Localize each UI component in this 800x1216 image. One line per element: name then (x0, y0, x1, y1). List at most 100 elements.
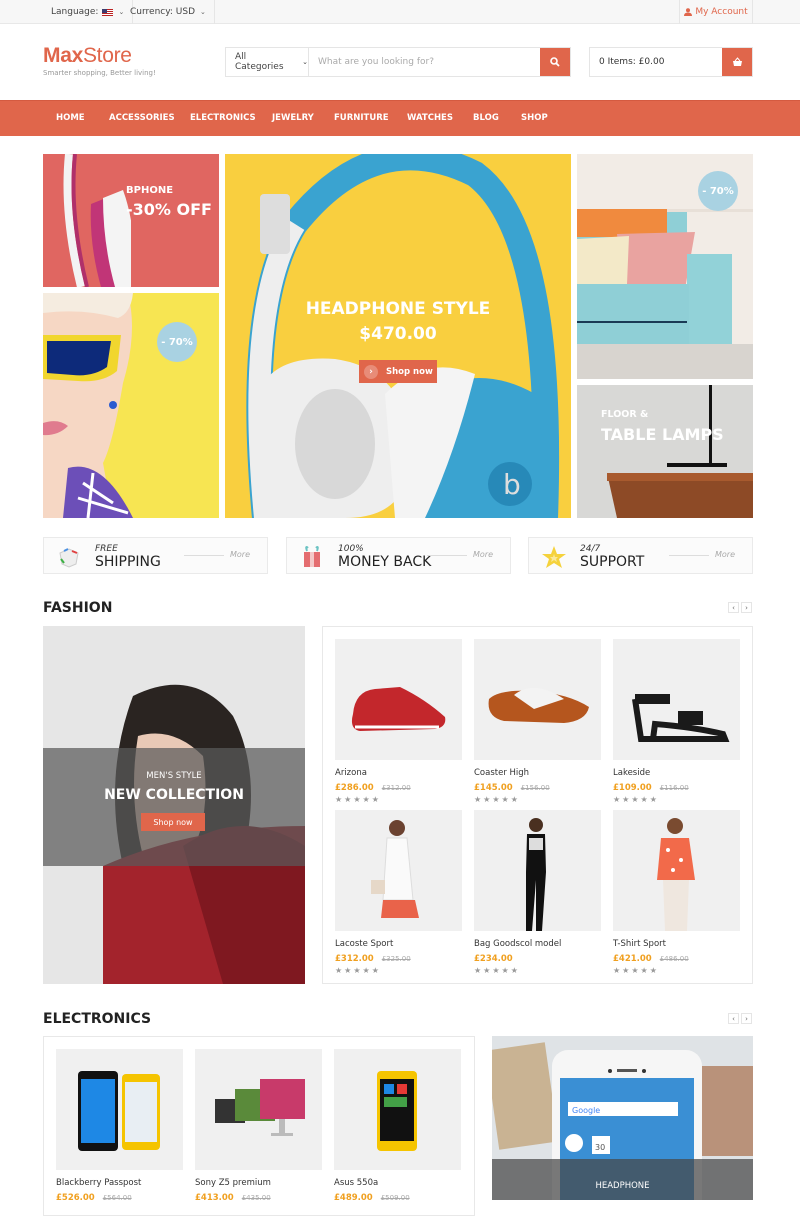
black-sandal-image (632, 694, 730, 742)
promo-shop-now-button[interactable]: Shop now (141, 813, 205, 831)
currency-label: Currency: USD (130, 7, 196, 17)
product-card[interactable]: Coaster High £145.00 £156.00 ★★★★★ (474, 639, 601, 804)
yellow-phone-image (377, 1071, 417, 1151)
fashion-promo-banner[interactable]: MEN'S STYLE NEW COLLECTION Shop now (43, 626, 305, 984)
carousel-prev-button[interactable]: ‹ (728, 1013, 739, 1024)
lamps-title: TABLE LAMPS (601, 425, 724, 444)
logo[interactable]: MaxStore (43, 44, 132, 68)
my-account-link[interactable]: My Account (679, 0, 753, 24)
banner-sunglasses[interactable]: - 70% (43, 293, 219, 518)
product-name[interactable]: Lacoste Sport (335, 939, 462, 949)
nav-home[interactable]: HOME (56, 101, 85, 136)
language-selector[interactable]: Language: ⌄ (43, 0, 134, 24)
search-input[interactable] (309, 48, 540, 76)
more-link[interactable]: More (715, 550, 735, 559)
white-dress-model-image (371, 820, 419, 918)
fashion-section-title: FASHION (43, 600, 113, 616)
promo-overlay (492, 1159, 753, 1200)
product-name[interactable]: Sony Z5 premium (195, 1178, 322, 1188)
rating-stars-icon: ★★★★★ (335, 795, 381, 804)
promo-title: NEW COLLECTION (104, 787, 244, 803)
product-price: £109.00 (613, 783, 652, 793)
lamps-subtitle: FLOOR & (601, 409, 649, 420)
nav-accessories[interactable]: ACCESSORIES (109, 101, 175, 136)
rating-stars-icon: ★★★★★ (474, 966, 520, 975)
nav-electronics[interactable]: ELECTRONICS (190, 101, 256, 136)
product-name[interactable]: Coaster High (474, 768, 601, 778)
shop-now-button[interactable]: › Shop now (359, 360, 437, 383)
product-card[interactable]: Lakeside £109.00 £116.00 ★★★★★ (613, 639, 740, 804)
product-price-row: £286.00 £312.00 (335, 783, 462, 793)
product-price: £145.00 (474, 783, 513, 793)
carousel-next-button[interactable]: › (741, 602, 752, 613)
product-price: £312.00 (335, 954, 374, 964)
product-image[interactable] (335, 810, 462, 931)
nav-shop[interactable]: SHOP (521, 101, 548, 136)
banner-headphone-style[interactable]: b HEADPHONE STYLE $470.00 › Shop now (225, 154, 571, 518)
phone-image (78, 1071, 160, 1151)
bphone-discount: -30% OFF (126, 200, 212, 219)
product-old-price: £116.00 (659, 784, 689, 792)
rating-stars-icon: ★★★★★ (474, 795, 520, 804)
product-name[interactable]: Bag Goodscol model (474, 939, 601, 949)
discount-badge: - 70% (157, 322, 197, 362)
nav-furniture[interactable]: FURNITURE (334, 101, 389, 136)
product-image[interactable] (474, 639, 601, 760)
search-bar: All Categories ⌄ (225, 47, 571, 77)
carousel-prev-button[interactable]: ‹ (728, 602, 739, 613)
product-card[interactable]: Bag Goodscol model £234.00 ★★★★★ (474, 810, 601, 975)
feature-support[interactable]: 24/7 SUPPORT More (528, 537, 753, 574)
chevron-right-icon: › (364, 364, 378, 379)
cart-widget[interactable]: 0 Items: £0.00 (589, 47, 753, 77)
product-name[interactable]: Blackberry Passpost (56, 1178, 183, 1188)
product-card[interactable]: Sony Z5 premium £413.00 £435.00 (195, 1049, 322, 1203)
product-name[interactable]: Arizona (335, 768, 462, 778)
product-card[interactable]: Arizona £286.00 £312.00 ★★★★★ (335, 639, 462, 804)
feature-money-back[interactable]: 100% MONEY BACK More (286, 537, 511, 574)
product-image[interactable] (56, 1049, 183, 1170)
product-card[interactable]: Lacoste Sport £312.00 £325.00 ★★★★★ (335, 810, 462, 975)
nav-blog[interactable]: BLOG (473, 101, 499, 136)
bphone-title: BPHONE (126, 185, 174, 196)
product-card[interactable]: Asus 550a £489.00 £509.00 (334, 1049, 461, 1203)
product-name[interactable]: T-Shirt Sport (613, 939, 740, 949)
product-old-price: £325.00 (381, 955, 411, 963)
carousel-next-button[interactable]: › (741, 1013, 752, 1024)
banner-bphone[interactable]: BPHONE -30% OFF (43, 154, 219, 287)
product-card[interactable]: Blackberry Passpost £526.00 £564.00 (56, 1049, 183, 1203)
search-button[interactable] (540, 48, 570, 76)
product-image[interactable] (335, 639, 462, 760)
nav-watches[interactable]: WATCHES (407, 101, 453, 136)
divider (184, 555, 224, 556)
box-icon (59, 548, 79, 568)
product-image[interactable] (195, 1049, 322, 1170)
category-select-value: All Categories (235, 52, 284, 72)
more-link[interactable]: More (230, 550, 250, 559)
product-name[interactable]: Lakeside (613, 768, 740, 778)
category-select[interactable]: All Categories ⌄ (226, 48, 309, 76)
product-old-price: £312.00 (381, 784, 411, 792)
product-image[interactable] (613, 639, 740, 760)
feature-shipping[interactable]: FREE SHIPPING More (43, 537, 268, 574)
product-price: £234.00 (474, 954, 513, 964)
nav-jewelry[interactable]: JEWELRY (272, 101, 314, 136)
product-price-row: £312.00 £325.00 (335, 954, 462, 964)
monitors-image (215, 1079, 305, 1136)
product-old-price: £486.00 (659, 955, 689, 963)
product-card[interactable]: T-Shirt Sport £421.00 £486.00 ★★★★★ (613, 810, 740, 975)
more-link[interactable]: More (473, 550, 493, 559)
banner-lamps[interactable]: FLOOR & TABLE LAMPS (577, 385, 753, 518)
product-name[interactable]: Asus 550a (334, 1178, 461, 1188)
electronics-promo-banner[interactable]: Google 30 HEADPHONE (492, 1036, 753, 1200)
banner-sofa[interactable]: - 70% (577, 154, 753, 379)
product-image[interactable] (334, 1049, 461, 1170)
product-old-price: £564.00 (102, 1194, 132, 1202)
product-old-price: £156.00 (520, 784, 550, 792)
currency-selector[interactable]: Currency: USD ⌄ (122, 0, 215, 24)
cart-button[interactable] (722, 48, 752, 76)
svg-text:Google: Google (572, 1106, 600, 1115)
woman-sunglasses-image (43, 293, 133, 518)
product-image[interactable] (613, 810, 740, 931)
product-price: £286.00 (335, 783, 374, 793)
product-image[interactable] (474, 810, 601, 931)
